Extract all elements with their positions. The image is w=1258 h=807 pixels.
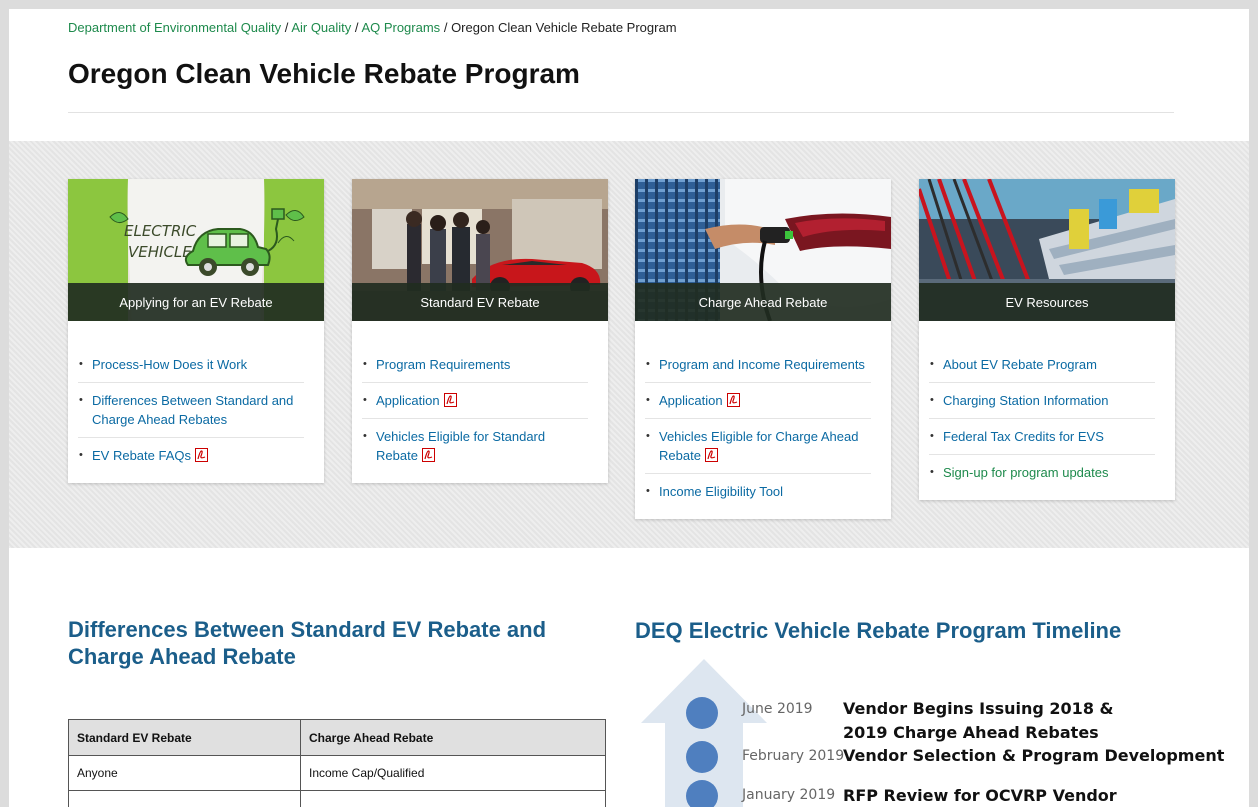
pdf-icon xyxy=(443,393,457,407)
pdf-icon xyxy=(421,448,435,462)
table-row: Anyone Income Cap/Qualified xyxy=(68,755,606,791)
breadcrumb: Department of Environmental Quality / Ai… xyxy=(68,20,677,35)
link-label: Federal Tax Credits for EVS xyxy=(943,429,1104,444)
link-program-requirements[interactable]: Program Requirements xyxy=(362,347,588,383)
timeline-graphic: June 2019 Vendor Begins Issuing 2018 & 2… xyxy=(637,659,1224,807)
card-standard-ev-rebate: Standard EV Rebate Program Requirements … xyxy=(352,179,608,483)
timeline-description: Vendor Begins Issuing 2018 & 2019 Charge… xyxy=(843,699,1114,742)
card-caption: Charge Ahead Rebate xyxy=(635,283,891,321)
image-text-vehicle: VEHICLE xyxy=(128,243,192,261)
link-vehicles-eligible-standard[interactable]: Vehicles Eligible for Standard Rebate xyxy=(362,419,588,473)
program-cards-section: ELECTRIC VEHICLE Applying for an EV Reba… xyxy=(9,141,1249,548)
link-income-eligibility-tool[interactable]: Income Eligibility Tool xyxy=(645,474,871,509)
differences-table: Standard EV Rebate Charge Ahead Rebate A… xyxy=(68,719,606,807)
table-header-row: Standard EV Rebate Charge Ahead Rebate xyxy=(68,719,606,756)
breadcrumb-link-deq[interactable]: Department of Environmental Quality xyxy=(68,20,281,35)
card-image-charging[interactable]: Charge Ahead Rebate xyxy=(635,179,891,321)
table-row xyxy=(68,790,606,807)
timeline-entry: January 2019 RFP Review for OCVRP Vendor xyxy=(637,780,1197,807)
link-label: Process-How Does it Work xyxy=(92,357,248,372)
link-label: Program Requirements xyxy=(376,357,511,372)
breadcrumb-separator: / xyxy=(354,20,359,35)
link-label: Application xyxy=(659,393,723,408)
link-label: About EV Rebate Program xyxy=(943,357,1097,372)
timeline-date: February 2019 xyxy=(742,748,845,764)
page-frame: Department of Environmental Quality / Ai… xyxy=(9,9,1249,807)
breadcrumb-separator: / xyxy=(443,20,448,35)
link-label: Application xyxy=(376,393,440,408)
link-differences[interactable]: Differences Between Standard and Charge … xyxy=(78,383,304,438)
link-program-and-income-requirements[interactable]: Program and Income Requirements xyxy=(645,347,871,383)
link-application[interactable]: Application xyxy=(362,383,588,419)
differences-title: Differences Between Standard EV Rebate a… xyxy=(68,617,547,669)
link-label: Income Eligibility Tool xyxy=(659,484,784,499)
breadcrumb-link-air-quality[interactable]: Air Quality xyxy=(291,20,351,35)
timeline-description: RFP Review for OCVRP Vendor xyxy=(843,786,1117,805)
link-charging-station-information[interactable]: Charging Station Information xyxy=(929,383,1155,419)
column-header-charge-ahead: Charge Ahead Rebate xyxy=(300,719,606,756)
card-link-list: Process-How Does it Work Differences Bet… xyxy=(68,321,324,483)
card-applying: ELECTRIC VEHICLE Applying for an EV Reba… xyxy=(68,179,324,483)
card-image-showroom[interactable]: Standard EV Rebate xyxy=(352,179,608,321)
pdf-icon xyxy=(195,448,208,462)
link-label: EV Rebate FAQs xyxy=(92,448,191,463)
table-cell: Income Cap/Qualified xyxy=(300,755,606,791)
column-header-standard: Standard EV Rebate xyxy=(68,719,301,756)
link-label: Vehicles Eligible for Charge Ahead Rebat… xyxy=(659,429,859,463)
card-caption: EV Resources xyxy=(919,283,1175,321)
breadcrumb-separator: / xyxy=(284,20,289,35)
breadcrumb-link-aq-programs[interactable]: AQ Programs xyxy=(361,20,440,35)
card-caption: Applying for an EV Rebate xyxy=(68,283,324,321)
link-vehicles-eligible-charge-ahead[interactable]: Vehicles Eligible for Charge Ahead Rebat… xyxy=(645,419,871,474)
card-caption: Standard EV Rebate xyxy=(352,283,608,321)
link-sign-up-program-updates[interactable]: Sign-up for program updates xyxy=(929,455,1155,490)
link-label: Differences Between Standard and Charge … xyxy=(92,393,294,427)
link-ev-rebate-faqs[interactable]: EV Rebate FAQs xyxy=(78,438,304,473)
pdf-icon xyxy=(726,393,740,407)
timeline-entry: February 2019 Vendor Selection & Program… xyxy=(637,741,1224,773)
page-header: Department of Environmental Quality / Ai… xyxy=(9,9,1249,141)
timeline-dot xyxy=(686,697,718,729)
pdf-icon xyxy=(704,448,718,462)
link-label: Sign-up for program updates xyxy=(943,465,1109,480)
card-ev-resources: EV Resources About EV Rebate Program Cha… xyxy=(919,179,1175,500)
timeline-dot xyxy=(686,780,718,807)
timeline-dot xyxy=(686,741,718,773)
card-image-chargers[interactable]: EV Resources xyxy=(919,179,1175,321)
timeline-description: Vendor Selection & Program Development xyxy=(843,746,1225,765)
table-cell xyxy=(300,790,606,807)
table-cell xyxy=(68,790,301,807)
link-process-how-does-it-work[interactable]: Process-How Does it Work xyxy=(78,347,304,383)
link-label: Vehicles Eligible for Standard Rebate xyxy=(376,429,546,463)
page-title: Oregon Clean Vehicle Rebate Program xyxy=(68,58,580,89)
link-about-ev-rebate-program[interactable]: About EV Rebate Program xyxy=(929,347,1155,383)
title-divider xyxy=(68,112,1174,113)
card-link-list: Program and Income Requirements Applicat… xyxy=(635,321,891,519)
card-link-list: Program Requirements Application Vehicle… xyxy=(352,321,608,483)
table-cell: Anyone xyxy=(68,755,301,791)
card-image-electric-vehicle[interactable]: ELECTRIC VEHICLE Applying for an EV Reba… xyxy=(68,179,324,321)
link-label: Program and Income Requirements xyxy=(659,357,865,372)
image-text-electric: ELECTRIC xyxy=(124,222,197,240)
timeline-date: June 2019 xyxy=(742,701,813,717)
card-link-list: About EV Rebate Program Charging Station… xyxy=(919,321,1175,500)
link-application[interactable]: Application xyxy=(645,383,871,419)
breadcrumb-current: Oregon Clean Vehicle Rebate Program xyxy=(451,20,677,35)
link-federal-tax-credits[interactable]: Federal Tax Credits for EVS xyxy=(929,419,1155,455)
timeline-entry: June 2019 Vendor Begins Issuing 2018 & 2… xyxy=(637,697,1197,742)
card-charge-ahead-rebate: Charge Ahead Rebate Program and Income R… xyxy=(635,179,891,519)
timeline-title: DEQ Electric Vehicle Rebate Program Time… xyxy=(635,618,1122,643)
timeline-date: January 2019 xyxy=(742,787,836,803)
link-label: Charging Station Information xyxy=(943,393,1109,408)
